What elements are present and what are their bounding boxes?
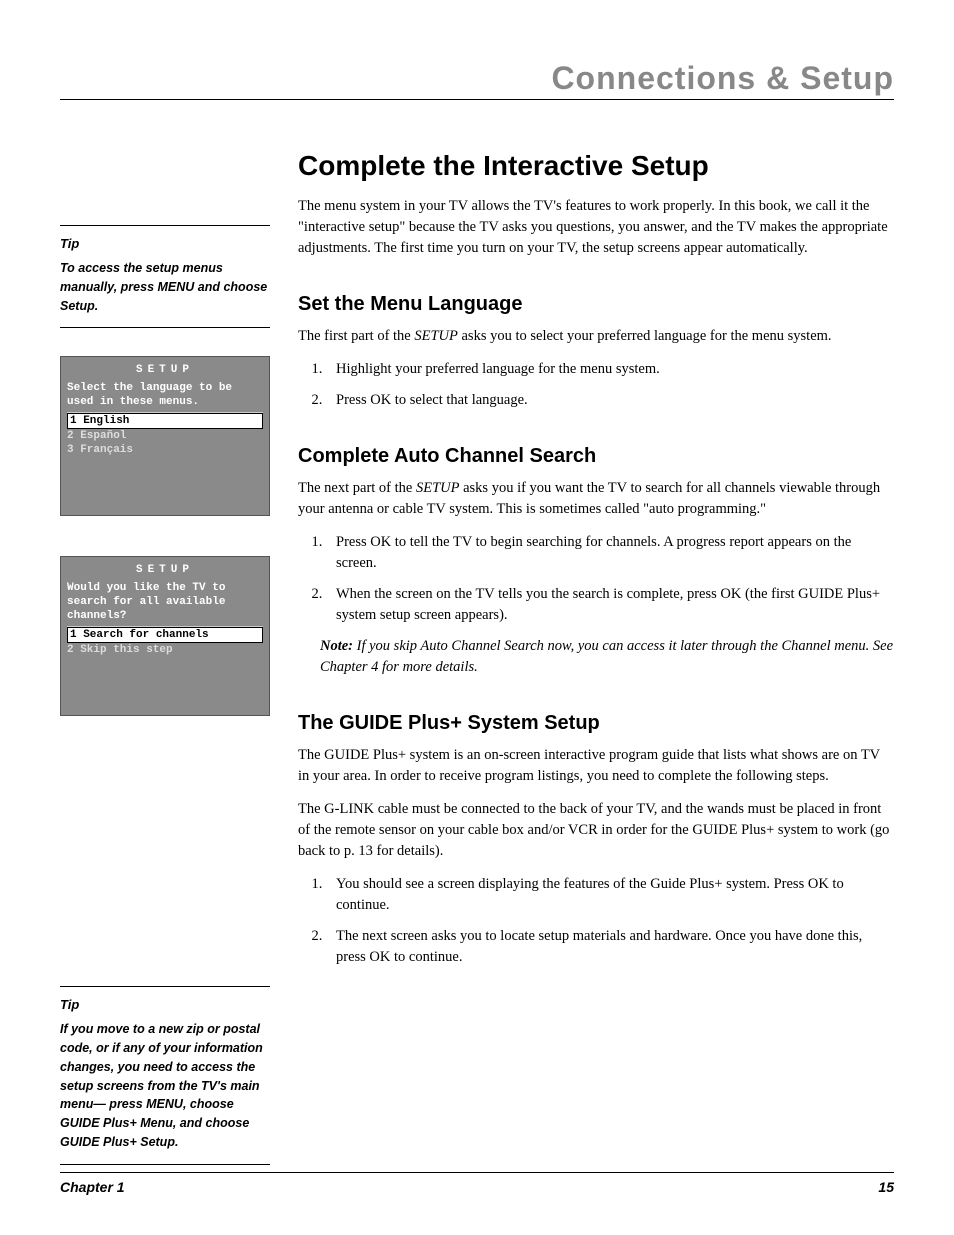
tv-screen-language: SETUP Select the language to be used in … xyxy=(60,356,270,516)
step: Press OK to tell the TV to begin searchi… xyxy=(326,532,894,574)
section-paragraph: The GUIDE Plus+ system is an on-screen i… xyxy=(298,745,894,787)
tv-option-skip: 2 Skip this step xyxy=(61,643,269,657)
tv-option-espanol: 2 Español xyxy=(61,429,269,443)
tv-title: SETUP xyxy=(61,357,269,382)
tv-option-search: 1 Search for channels xyxy=(67,627,263,643)
header-rule: Connections & Setup xyxy=(60,60,894,100)
intro-paragraph: The menu system in your TV allows the TV… xyxy=(298,196,894,259)
section-title-channel: Complete Auto Channel Search xyxy=(298,445,894,468)
tv-prompt: Select the language to be used in these … xyxy=(61,382,269,412)
step: When the screen on the TV tells you the … xyxy=(326,584,894,626)
main-column: Complete the Interactive Setup The menu … xyxy=(298,150,894,1193)
tip-block-2: Tip If you move to a new zip or postal c… xyxy=(60,986,270,1164)
tip-body: If you move to a new zip or postal code,… xyxy=(60,1020,270,1151)
tv-option-english: 1 English xyxy=(67,413,263,429)
section-title-language: Set the Menu Language xyxy=(298,293,894,316)
page-header: Connections & Setup xyxy=(60,60,894,97)
section-paragraph: The next part of the SETUP asks you if y… xyxy=(298,478,894,520)
section-steps: Highlight your preferred language for th… xyxy=(298,359,894,411)
step: You should see a screen displaying the f… xyxy=(326,874,894,916)
section-steps: You should see a screen displaying the f… xyxy=(298,874,894,968)
section-paragraph: The first part of the SETUP asks you to … xyxy=(298,326,894,347)
note: Note: If you skip Auto Channel Search no… xyxy=(320,636,894,678)
sidebar: Tip To access the setup menus manually, … xyxy=(60,150,270,1193)
tv-screen-channel-search: SETUP Would you like the TV to search fo… xyxy=(60,556,270,716)
section-paragraph: The G-LINK cable must be connected to th… xyxy=(298,799,894,862)
step: Highlight your preferred language for th… xyxy=(326,359,894,380)
tip-block-1: Tip To access the setup menus manually, … xyxy=(60,225,270,328)
section-title-guideplus: The GUIDE Plus+ System Setup xyxy=(298,712,894,735)
tv-prompt: Would you like the TV to search for all … xyxy=(61,582,269,625)
chapter-label: Chapter 1 xyxy=(60,1179,125,1195)
page-content: Tip To access the setup menus manually, … xyxy=(60,150,894,1193)
tv-title: SETUP xyxy=(61,557,269,582)
tv-option-francais: 3 Français xyxy=(61,443,269,457)
step: Press OK to select that language. xyxy=(326,390,894,411)
tip-body: To access the setup menus manually, pres… xyxy=(60,259,270,315)
page-number: 15 xyxy=(878,1179,894,1195)
step: The next screen asks you to locate setup… xyxy=(326,926,894,968)
tip-title: Tip xyxy=(60,236,270,251)
main-title: Complete the Interactive Setup xyxy=(298,150,894,182)
tip-title: Tip xyxy=(60,997,270,1012)
page-footer: Chapter 1 15 xyxy=(60,1172,894,1195)
section-steps: Press OK to tell the TV to begin searchi… xyxy=(298,532,894,626)
